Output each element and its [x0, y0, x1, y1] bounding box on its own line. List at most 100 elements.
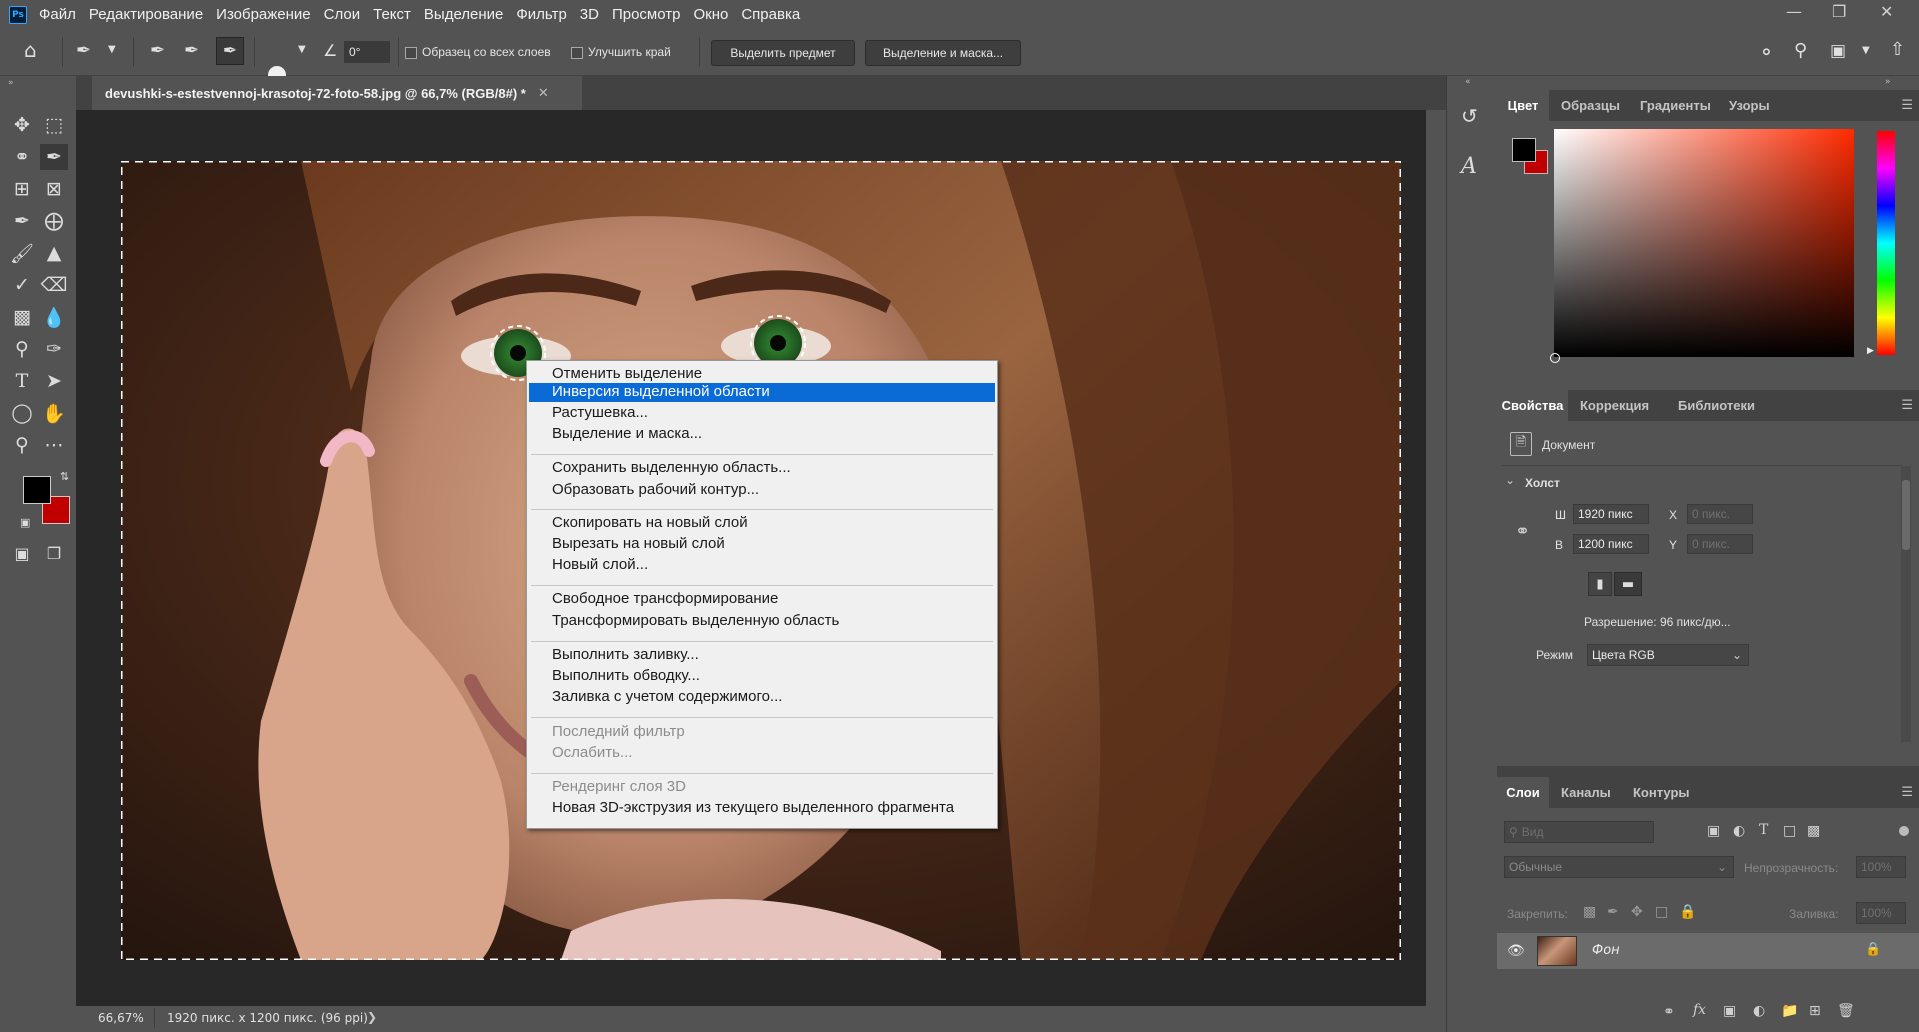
new-selection-icon[interactable]: ✒	[150, 40, 165, 61]
brush-tool-icon[interactable]: 🖌	[8, 240, 36, 266]
tab-layers[interactable]: Слои	[1497, 777, 1549, 808]
blend-mode-select[interactable]: Обычные ⌄	[1504, 856, 1734, 878]
minimize-icon[interactable]: —	[1786, 2, 1802, 21]
lock-all-icon[interactable]: 🔒	[1679, 904, 1696, 920]
transform-selection-menu-item[interactable]: Трансформировать выделенную область	[552, 612, 839, 629]
layer-via-copy-menu-item[interactable]: Скопировать на новый слой	[552, 514, 748, 531]
gradient-tool-icon[interactable]: ▩	[8, 304, 36, 330]
tab-swatches[interactable]: Образцы	[1561, 90, 1620, 121]
eraser-tool-icon[interactable]: ⌫	[40, 272, 68, 298]
frame-tool-icon[interactable]: ⊠	[40, 176, 68, 202]
history-panel-icon[interactable]: ↺	[1461, 104, 1478, 128]
document-tab[interactable]: devushki-s-estestvennoj-krasotoj-72-foto…	[92, 76, 582, 110]
layer-name[interactable]: Фон	[1592, 943, 1620, 958]
filter-smart-object-icon[interactable]: ▩	[1807, 823, 1820, 839]
menu-window[interactable]: Окно	[693, 6, 728, 23]
blur-tool-icon[interactable]: 💧	[40, 304, 68, 330]
type-tool-icon[interactable]: T	[8, 368, 36, 394]
enhance-edge-checkbox[interactable]	[571, 47, 583, 59]
content-aware-fill-menu-item[interactable]: Заливка с учетом содержимого...	[552, 688, 782, 705]
layer-filter-search[interactable]: ⚲ Вид	[1504, 821, 1654, 843]
panel-menu-icon[interactable]: ☰	[1901, 785, 1913, 800]
sample-all-layers-checkbox[interactable]	[405, 47, 417, 59]
chevron-down-icon[interactable]: ▼	[108, 44, 116, 55]
ellipse-tool-icon[interactable]: ◯	[8, 400, 36, 426]
zoom-tool-icon[interactable]: ⚲	[8, 432, 36, 458]
chevron-down-icon[interactable]: ▼	[1862, 45, 1870, 56]
quick-selection-preset-icon[interactable]: ✒	[76, 40, 91, 61]
tab-patterns[interactable]: Узоры	[1729, 90, 1770, 121]
quick-mask-icon[interactable]: ▣	[8, 540, 36, 566]
chevron-down-icon[interactable]: ▼	[298, 44, 306, 55]
stroke-menu-item[interactable]: Выполнить обводку...	[552, 667, 700, 684]
feather-menu-item[interactable]: Растушевка...	[552, 404, 648, 421]
restore-icon[interactable]: ❐	[1832, 2, 1846, 21]
menu-filter[interactable]: Фильтр	[516, 6, 566, 23]
tab-libraries[interactable]: Библиотеки	[1678, 390, 1755, 421]
lock-transparent-icon[interactable]: ▩	[1583, 904, 1596, 920]
pen-tool-icon[interactable]: ✑	[40, 336, 68, 362]
swap-colors-icon[interactable]: ⇅	[60, 470, 69, 483]
landscape-orientation-icon[interactable]: ▬	[1614, 572, 1642, 596]
filter-shape-icon[interactable]: □	[1783, 823, 1796, 839]
eye-icon[interactable]: 👁	[1507, 943, 1525, 959]
foreground-color-swatch[interactable]	[1512, 138, 1536, 162]
properties-scrollbar[interactable]	[1901, 466, 1911, 742]
width-input[interactable]: 1920 пикс	[1573, 504, 1649, 524]
menu-view[interactable]: Просмотр	[612, 6, 681, 23]
chevron-right-icon[interactable]: ❯	[367, 1010, 377, 1024]
tab-paths[interactable]: Контуры	[1633, 777, 1690, 808]
link-icon[interactable]: ⚭	[1515, 521, 1530, 542]
portrait-orientation-icon[interactable]: ▮	[1588, 572, 1612, 596]
collapse-icon[interactable]: «	[1465, 77, 1471, 87]
lock-image-icon[interactable]: ✒	[1607, 904, 1619, 920]
default-colors-icon[interactable]: ▣	[20, 516, 30, 529]
menu-image[interactable]: Изображение	[216, 6, 311, 23]
workspace-icon[interactable]: ▣	[1830, 41, 1846, 61]
panel-menu-icon[interactable]: ☰	[1901, 98, 1913, 113]
collapse-icon[interactable]: »	[8, 78, 14, 88]
eyedropper-tool-icon[interactable]: ✒	[8, 208, 36, 234]
menu-type[interactable]: Текст	[373, 6, 411, 23]
lock-position-icon[interactable]: ✥	[1631, 904, 1643, 920]
link-layers-icon[interactable]: ⚭	[1663, 1004, 1675, 1020]
add-mask-icon[interactable]: ▣	[1723, 1003, 1736, 1019]
dodge-tool-icon[interactable]: ⚲	[8, 336, 36, 362]
menu-select[interactable]: Выделение	[424, 6, 503, 23]
tab-gradients[interactable]: Градиенты	[1640, 90, 1711, 121]
fx-icon[interactable]: fx	[1693, 1002, 1706, 1018]
height-input[interactable]: 1200 пикс	[1573, 534, 1649, 554]
x-input[interactable]: 0 пикс.	[1687, 504, 1753, 524]
angle-input[interactable]: 0°	[344, 41, 390, 63]
layer-via-cut-menu-item[interactable]: Вырезать на новый слой	[552, 535, 725, 552]
filter-type-icon[interactable]: T	[1759, 822, 1768, 838]
color-picker-field[interactable]	[1554, 129, 1854, 357]
tab-channels[interactable]: Каналы	[1561, 777, 1611, 808]
clone-stamp-tool-icon[interactable]: ▲	[40, 240, 68, 266]
path-selection-tool-icon[interactable]: ➤	[40, 368, 68, 394]
filter-toggle-icon[interactable]	[1899, 826, 1909, 836]
tab-color[interactable]: Цвет	[1497, 90, 1549, 121]
filter-pixel-icon[interactable]: ▣	[1707, 823, 1720, 839]
history-brush-tool-icon[interactable]: ✓	[8, 272, 36, 298]
menu-edit[interactable]: Редактирование	[89, 6, 203, 23]
hue-slider-handle[interactable]: ▶	[1867, 346, 1874, 356]
home-icon[interactable]: ⌂	[24, 38, 37, 62]
hand-tool-icon[interactable]: ✋	[40, 400, 68, 426]
select-and-mask-button[interactable]: Выделение и маска...	[865, 40, 1021, 66]
new-group-icon[interactable]: 📁	[1781, 1003, 1798, 1019]
deselect-menu-item[interactable]: Отменить выделение	[552, 365, 702, 382]
new-layer-menu-item[interactable]: Новый слой...	[552, 556, 648, 573]
screen-mode-icon[interactable]: ❐	[40, 540, 68, 566]
delete-layer-icon[interactable]: 🗑	[1837, 1003, 1855, 1019]
collapse-icon[interactable]: »	[1885, 77, 1891, 87]
foreground-color-swatch[interactable]	[23, 476, 51, 504]
character-panel-icon[interactable]: A	[1461, 154, 1477, 179]
panel-menu-icon[interactable]: ☰	[1901, 398, 1913, 413]
search-icon[interactable]: ⚲	[1794, 40, 1807, 61]
menu-file[interactable]: Файл	[39, 6, 76, 23]
chevron-down-icon[interactable]: ⌄	[1505, 473, 1515, 487]
new-3d-extrusion-menu-item[interactable]: Новая 3D-экструзия из текущего выделенно…	[552, 799, 954, 816]
adjustment-layer-icon[interactable]: ◐	[1753, 1003, 1765, 1019]
select-subject-button[interactable]: Выделить предмет	[711, 40, 855, 66]
